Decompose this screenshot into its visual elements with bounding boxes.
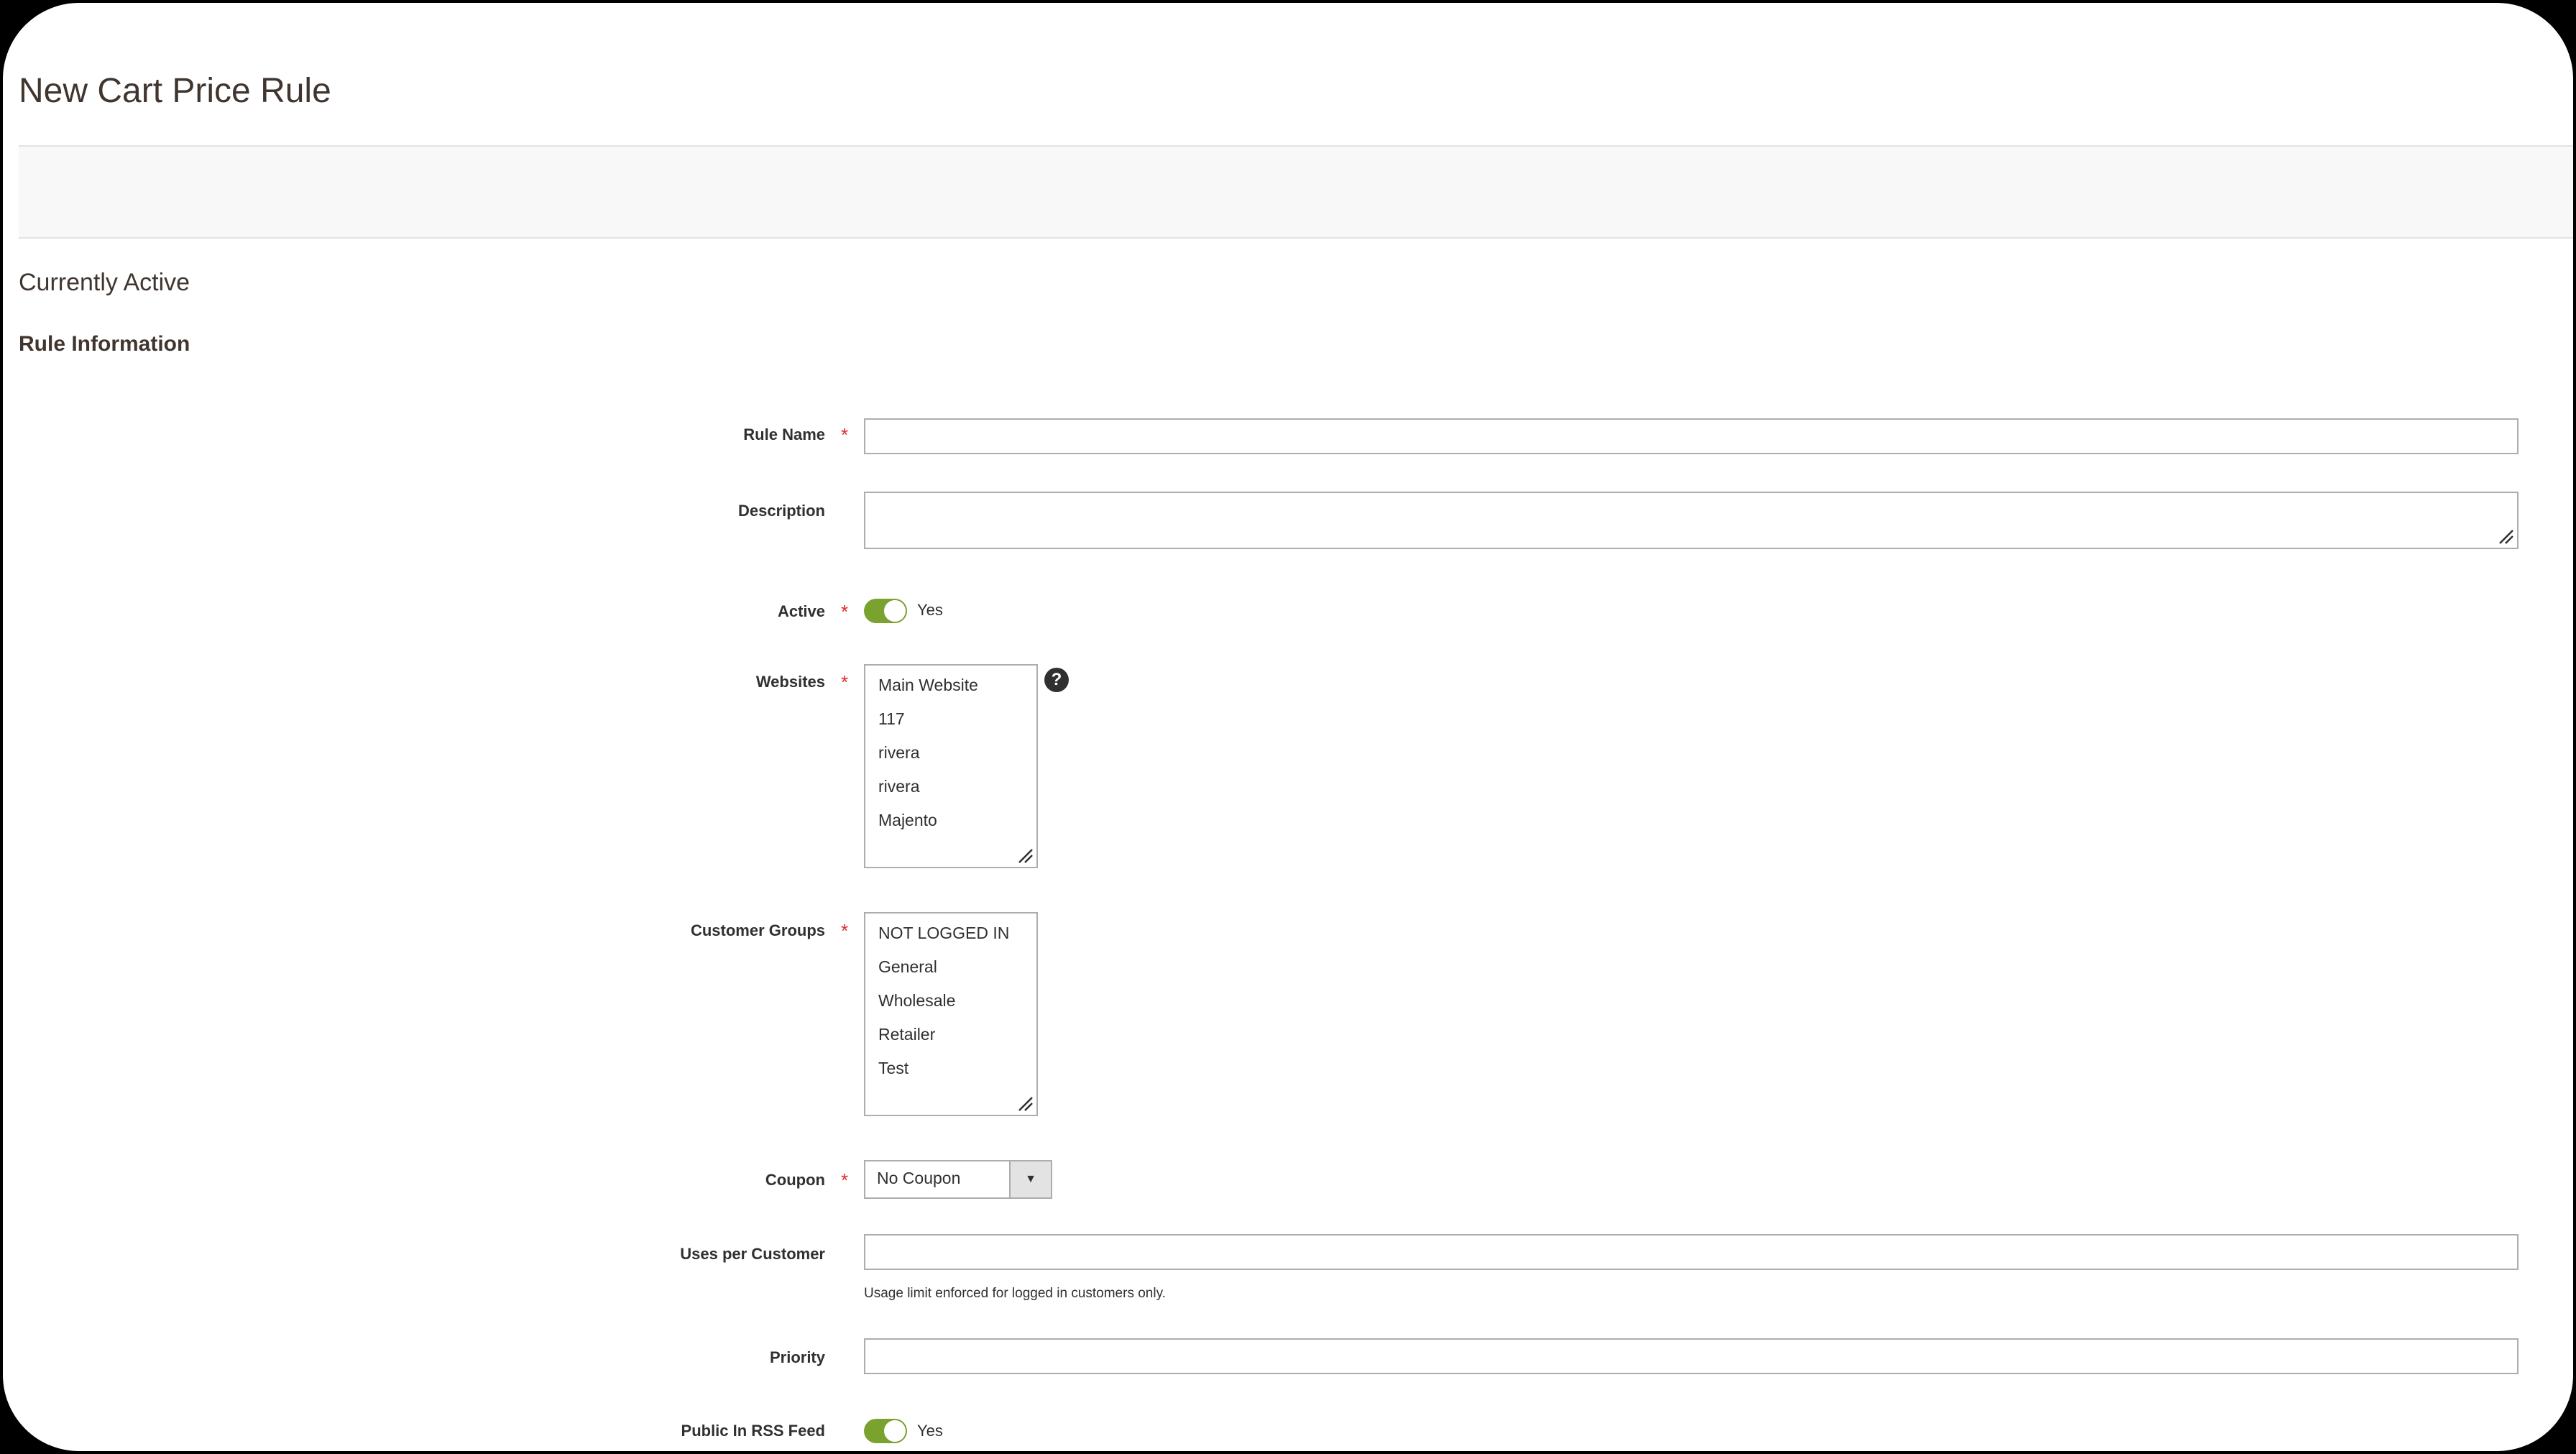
active-toggle[interactable] [864,599,907,623]
priority-input[interactable] [864,1338,2518,1374]
uses-per-customer-input[interactable] [864,1234,2518,1270]
public-rss-toggle[interactable] [864,1419,907,1443]
active-label: Active [777,602,825,620]
public-rss-label: Public In RSS Feed [681,1422,825,1440]
help-icon[interactable]: ? [1044,668,1069,692]
websites-option[interactable]: rivera [865,742,1036,776]
customer-groups-label: Customer Groups [690,921,825,939]
websites-option[interactable]: Majento [865,809,1036,843]
rule-status: Currently Active [19,269,190,296]
websites-label: Websites [755,673,825,691]
coupon-select[interactable]: No Coupon ▼ [864,1160,1052,1199]
public-rss-toggle-label: Yes [917,1422,943,1440]
required-marker: * [841,424,849,446]
description-label: Description [737,502,825,520]
page-actions-bar [19,145,2573,239]
required-marker: * [841,671,849,693]
resize-grip-icon[interactable] [2497,528,2514,545]
coupon-label: Coupon [765,1171,825,1189]
priority-label: Priority [769,1348,825,1366]
active-toggle-label: Yes [917,601,943,619]
customer-groups-option[interactable]: Test [865,1057,1036,1091]
rule-name-input[interactable] [864,418,2518,454]
customer-groups-option[interactable]: General [865,956,1036,990]
page-title: New Cart Price Rule [19,72,331,110]
required-marker: * [841,920,849,942]
customer-groups-option[interactable]: Wholesale [865,990,1036,1023]
toggle-knob [884,1420,906,1442]
customer-groups-option[interactable]: Retailer [865,1023,1036,1057]
section-title-rule-information: Rule Information [19,332,190,356]
resize-grip-icon[interactable] [1016,1095,1034,1112]
app-window: New Cart Price Rule Currently Active Rul… [0,0,2576,1454]
uses-per-customer-label: Uses per Customer [680,1245,825,1263]
required-marker: * [841,601,849,622]
coupon-select-value: No Coupon [877,1169,961,1187]
toggle-knob [884,600,906,622]
websites-option[interactable]: 117 [865,708,1036,742]
websites-multiselect[interactable]: Main Website 117 rivera rivera Majento [864,664,1038,868]
rule-name-label: Rule Name [743,425,825,443]
websites-option[interactable]: Main Website [865,674,1036,708]
required-marker: * [841,1169,849,1191]
customer-groups-option[interactable]: NOT LOGGED IN [865,922,1036,956]
description-textarea[interactable] [864,492,2518,549]
resize-grip-icon[interactable] [1016,847,1034,864]
chevron-down-icon[interactable]: ▼ [1009,1161,1051,1197]
uses-per-customer-note: Usage limit enforced for logged in custo… [864,1286,1166,1301]
websites-option[interactable]: rivera [865,776,1036,809]
customer-groups-multiselect[interactable]: NOT LOGGED IN General Wholesale Retailer… [864,912,1038,1116]
